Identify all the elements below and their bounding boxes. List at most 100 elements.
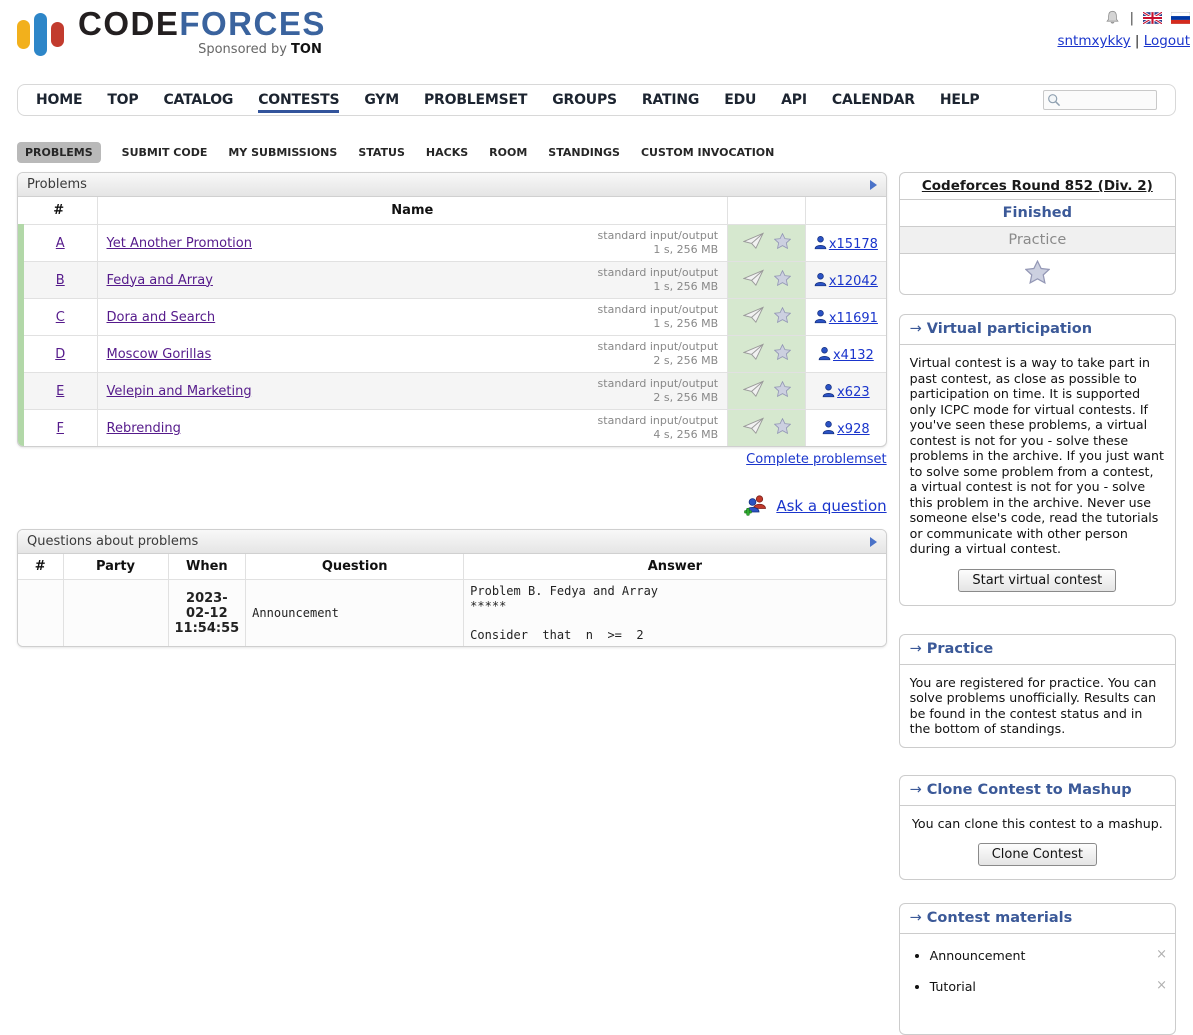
problem-letter-link[interactable]: B bbox=[56, 273, 65, 288]
solver-person-icon bbox=[814, 235, 827, 250]
material-item-tutorial[interactable]: × Tutorial bbox=[930, 979, 1175, 994]
contest-sub-nav: PROBLEMS SUBMIT CODE MY SUBMISSIONS STAT… bbox=[17, 142, 1193, 163]
nav-item-top[interactable]: TOP bbox=[107, 92, 138, 108]
username-link[interactable]: sntmxykky bbox=[1057, 33, 1130, 49]
problem-letter-link[interactable]: D bbox=[55, 347, 65, 362]
codeforces-contest-page: CODEFORCES Sponsored by TON | sntmxykky … bbox=[0, 0, 1193, 1035]
submit-plane-icon[interactable] bbox=[743, 306, 764, 328]
nav-item-rating[interactable]: RATING bbox=[642, 92, 699, 108]
arrow-icon: → bbox=[910, 641, 922, 657]
tab-status[interactable]: STATUS bbox=[358, 146, 405, 159]
questions-header-row: # Party When Question Answer bbox=[18, 554, 886, 580]
favorite-star-icon[interactable] bbox=[774, 344, 791, 364]
col-name: Name bbox=[97, 197, 728, 225]
logout-link[interactable]: Logout bbox=[1144, 33, 1190, 49]
arrow-icon: → bbox=[910, 910, 922, 926]
problem-name-link[interactable]: Rebrending bbox=[107, 421, 181, 436]
problem-letter-link[interactable]: A bbox=[56, 236, 65, 251]
contest-favorite-star-icon[interactable] bbox=[1025, 260, 1050, 284]
solved-count-link[interactable]: x11691 bbox=[814, 311, 878, 326]
solved-count-link[interactable]: x928 bbox=[822, 422, 870, 437]
nav-item-problemset[interactable]: PROBLEMSET bbox=[424, 92, 527, 108]
nav-item-calendar[interactable]: CALENDAR bbox=[832, 92, 915, 108]
problems-table: # Name A Yet Another Promotion standard … bbox=[18, 197, 886, 446]
material-item-announcement[interactable]: × Announcement bbox=[930, 948, 1175, 963]
problem-name-link[interactable]: Dora and Search bbox=[107, 310, 216, 325]
question-row: 2023-02-12 11:54:55 Announcement Problem… bbox=[18, 580, 886, 647]
tab-hacks[interactable]: HACKS bbox=[426, 146, 468, 159]
arrow-icon: → bbox=[910, 782, 922, 798]
practice-caption: →Practice bbox=[900, 635, 1175, 665]
submit-plane-icon[interactable] bbox=[743, 417, 764, 439]
problem-name-link[interactable]: Fedya and Array bbox=[107, 273, 213, 288]
solved-count-link[interactable]: x4132 bbox=[818, 348, 874, 363]
contest-mode: Practice bbox=[900, 227, 1175, 254]
favorite-star-icon[interactable] bbox=[774, 233, 791, 253]
submit-plane-icon[interactable] bbox=[743, 232, 764, 254]
problem-letter-link[interactable]: C bbox=[56, 310, 65, 325]
nav-item-contests[interactable]: CONTESTS bbox=[258, 92, 339, 108]
problems-box: Problems # Name A Yet Another Promotion bbox=[17, 172, 887, 447]
uk-flag-icon[interactable] bbox=[1143, 12, 1162, 24]
problem-limits: standard input/output2 s, 256 MB bbox=[598, 377, 719, 405]
problem-row-B: B Fedya and Array standard input/output1… bbox=[21, 262, 886, 299]
problem-limits: standard input/output1 s, 256 MB bbox=[598, 303, 719, 331]
favorite-star-icon[interactable] bbox=[774, 381, 791, 401]
problem-row-A: A Yet Another Promotion standard input/o… bbox=[21, 225, 886, 262]
ru-flag-icon[interactable] bbox=[1171, 12, 1190, 24]
tab-my-submissions[interactable]: MY SUBMISSIONS bbox=[228, 146, 337, 159]
close-icon[interactable]: × bbox=[1156, 948, 1167, 962]
favorite-star-icon[interactable] bbox=[774, 307, 791, 327]
sponsored-by: Sponsored by TON bbox=[78, 42, 326, 57]
lang-separator: | bbox=[1130, 11, 1134, 26]
language-row: | bbox=[1057, 10, 1190, 26]
question-num bbox=[18, 580, 63, 647]
problem-letter-link[interactable]: F bbox=[57, 421, 64, 436]
nav-item-groups[interactable]: GROUPS bbox=[552, 92, 617, 108]
solver-person-icon bbox=[822, 420, 835, 435]
submit-plane-icon[interactable] bbox=[743, 269, 764, 291]
submit-plane-icon[interactable] bbox=[743, 343, 764, 365]
ask-question-link[interactable]: Ask a question bbox=[776, 497, 886, 515]
tab-standings[interactable]: STANDINGS bbox=[548, 146, 620, 159]
favorite-star-icon[interactable] bbox=[774, 270, 791, 290]
collapse-arrow-icon[interactable] bbox=[870, 537, 877, 547]
nav-item-home[interactable]: HOME bbox=[36, 92, 82, 108]
nav-item-api[interactable]: API bbox=[781, 92, 807, 108]
problem-row-D: D Moscow Gorillas standard input/output2… bbox=[21, 336, 886, 373]
question-when: 2023-02-12 11:54:55 bbox=[168, 580, 246, 647]
problem-letter-link[interactable]: E bbox=[56, 384, 64, 399]
problem-limits: standard input/output1 s, 256 MB bbox=[598, 229, 719, 257]
solver-person-icon bbox=[814, 272, 827, 287]
submit-plane-icon[interactable] bbox=[743, 380, 764, 402]
solved-count-link[interactable]: x623 bbox=[822, 385, 870, 400]
codeforces-logo[interactable]: CODEFORCES Sponsored by TON bbox=[17, 6, 326, 66]
col-q-num: # bbox=[18, 554, 63, 580]
bell-icon[interactable] bbox=[1104, 10, 1121, 26]
tab-problems[interactable]: PROBLEMS bbox=[17, 142, 101, 163]
clone-contest-button[interactable]: Clone Contest bbox=[978, 843, 1097, 866]
contest-title-link[interactable]: Codeforces Round 852 (Div. 2) bbox=[922, 178, 1153, 194]
problems-caption-bar: Problems bbox=[18, 173, 886, 197]
solved-count-link[interactable]: x12042 bbox=[814, 274, 878, 289]
logo-forces: FORCES bbox=[179, 5, 326, 42]
collapse-arrow-icon[interactable] bbox=[870, 180, 877, 190]
start-virtual-contest-button[interactable]: Start virtual contest bbox=[958, 569, 1116, 592]
close-icon[interactable]: × bbox=[1156, 979, 1167, 993]
problem-name-link[interactable]: Velepin and Marketing bbox=[107, 384, 252, 399]
nav-item-edu[interactable]: EDU bbox=[724, 92, 756, 108]
tab-submit-code[interactable]: SUBMIT CODE bbox=[122, 146, 208, 159]
favorite-star-icon[interactable] bbox=[774, 418, 791, 438]
col-q-party: Party bbox=[63, 554, 168, 580]
question-text: Announcement bbox=[246, 580, 464, 647]
tab-custom-invocation[interactable]: CUSTOM INVOCATION bbox=[641, 146, 774, 159]
nav-item-help[interactable]: HELP bbox=[940, 92, 980, 108]
problem-name-link[interactable]: Yet Another Promotion bbox=[107, 236, 252, 251]
solved-count-link[interactable]: x15178 bbox=[814, 237, 878, 252]
complete-problemset-link[interactable]: Complete problemset bbox=[746, 452, 886, 467]
nav-item-catalog[interactable]: CATALOG bbox=[163, 92, 233, 108]
problem-name-link[interactable]: Moscow Gorillas bbox=[107, 347, 212, 362]
tab-room[interactable]: ROOM bbox=[489, 146, 527, 159]
nav-item-gym[interactable]: GYM bbox=[364, 92, 399, 108]
practice-body-text: You are registered for practice. You can… bbox=[900, 665, 1175, 747]
